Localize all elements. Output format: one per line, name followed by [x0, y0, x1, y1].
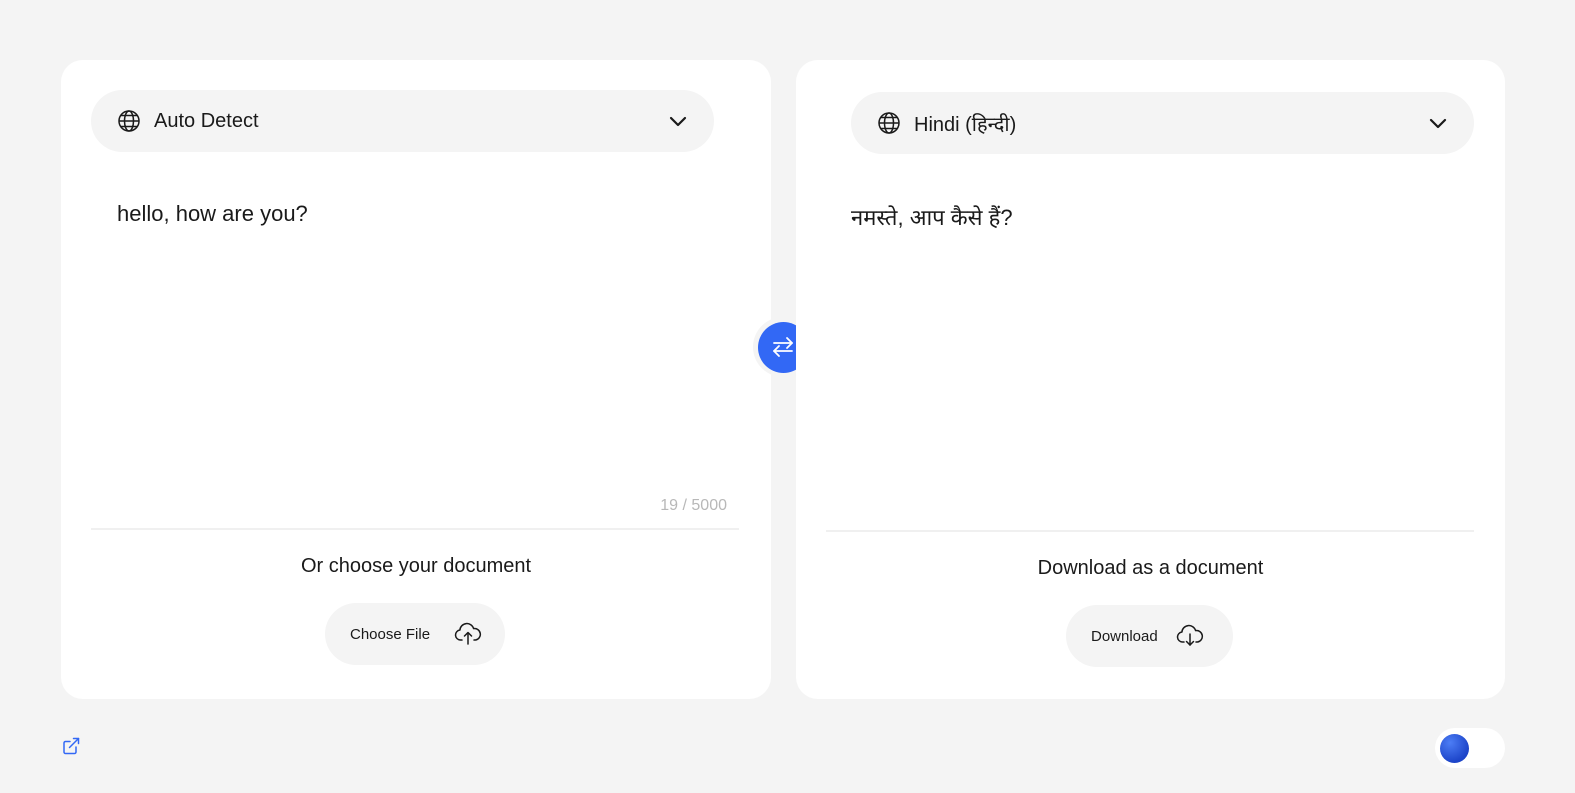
- choose-file-label: Choose File: [350, 625, 431, 643]
- toggle-knob: [1440, 734, 1469, 763]
- target-language-select[interactable]: Hindi (हिन्दी): [851, 92, 1474, 154]
- character-counter: 19 / 5000: [660, 497, 727, 514]
- globe-icon: [877, 111, 901, 135]
- cloud-upload-icon: [454, 622, 482, 646]
- download-button[interactable]: Download: [1066, 605, 1233, 667]
- source-panel: Auto Detect hello, how are you? 19 / 500…: [61, 60, 771, 699]
- choose-file-button[interactable]: Choose File: [325, 603, 505, 665]
- theme-toggle[interactable]: [1435, 728, 1505, 768]
- divider: [826, 530, 1474, 532]
- chevron-down-icon: [668, 111, 688, 131]
- source-language-label: Auto Detect: [154, 109, 259, 132]
- upload-caption: Or choose your document: [300, 555, 532, 577]
- source-language-select[interactable]: Auto Detect: [91, 90, 714, 152]
- target-panel: Hindi (हिन्दी) नमस्ते, आप कैसे हैं? Down…: [796, 60, 1505, 699]
- chevron-down-icon: [1428, 113, 1448, 133]
- translated-text: नमस्ते, आप कैसे हैं?: [851, 205, 1013, 230]
- cloud-download-icon: [1176, 624, 1204, 648]
- external-link-icon[interactable]: [61, 736, 81, 756]
- divider: [91, 528, 739, 530]
- download-label: Download: [1091, 627, 1158, 645]
- target-language-label: Hindi (हिन्दी): [914, 113, 1017, 136]
- download-caption: Download as a document: [1037, 557, 1264, 579]
- globe-icon: [117, 109, 141, 133]
- source-text-input[interactable]: hello, how are you?: [117, 200, 727, 490]
